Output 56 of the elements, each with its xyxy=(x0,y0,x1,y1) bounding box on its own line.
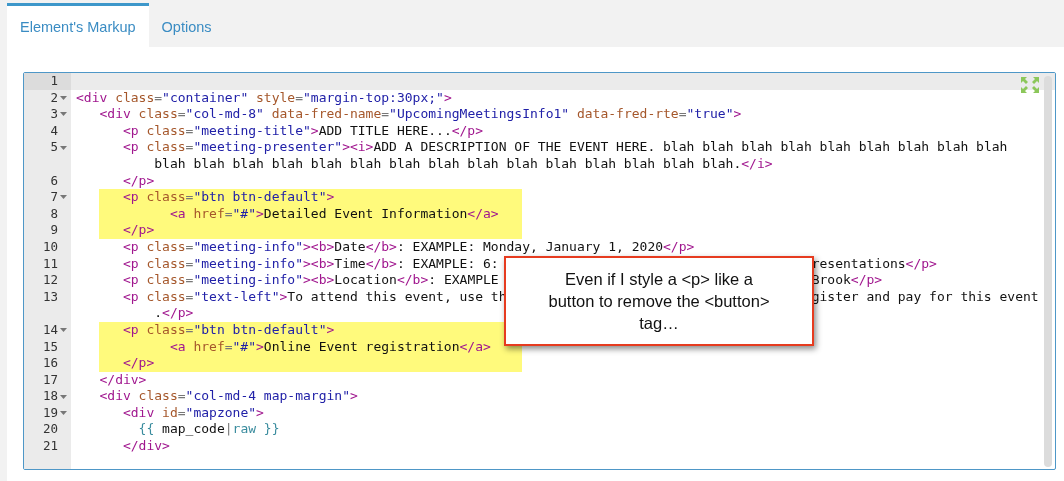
code-line: {{ map_code|raw }} xyxy=(137,421,280,439)
line-number: 19 xyxy=(42,404,58,422)
code-line: </div> xyxy=(121,438,170,455)
fold-caret-icon[interactable] xyxy=(60,394,67,399)
code-line: </div> xyxy=(98,371,147,389)
line-number: 8 xyxy=(50,205,58,223)
line-number: 12 xyxy=(42,272,58,289)
code-line: <div id="mapzone"> xyxy=(121,404,264,422)
line-number: 4 xyxy=(50,122,58,140)
fold-caret-icon[interactable] xyxy=(60,328,67,333)
line-number: 17 xyxy=(42,371,58,389)
code-line: <a href="#">Detailed Event Information</a> xyxy=(168,205,499,223)
tab[interactable]: Element's Markup xyxy=(7,3,149,47)
line-number: 14 xyxy=(42,321,58,339)
line-number: 2 xyxy=(50,89,58,107)
code-line: <p class="meeting-info"><b>Location</b>: EXAMPLE xyxy=(121,272,499,288)
line-number: 18 xyxy=(42,388,58,405)
line-number: 10 xyxy=(42,238,58,256)
fold-caret-icon[interactable] xyxy=(60,411,67,416)
line-number: 5 xyxy=(50,139,58,156)
fold-caret-icon[interactable] xyxy=(60,145,67,150)
fold-caret-icon[interactable] xyxy=(60,112,67,117)
code-line: .</p> xyxy=(153,305,194,322)
code-line: <a href="#">Online Event registration</a> xyxy=(168,338,491,356)
scrollbar[interactable] xyxy=(1044,76,1052,467)
code-line: </p> xyxy=(121,355,155,372)
callout-note: Even if I style a <p> like a button to remove the <button> tag… xyxy=(504,256,814,346)
code-line: <p class="meeting-info"><b>Date</b>: EXAMPLE: Monday, January 1, 2020</p> xyxy=(121,238,695,256)
code-line: <div class="col-md-4 map-margin"> xyxy=(98,388,358,405)
code-line: <p class="meeting-info"><b>Time</b>: EXAMPLE: 6: xyxy=(121,255,499,271)
line-number: 1 xyxy=(50,73,58,90)
expand-icon[interactable] xyxy=(1020,76,1040,94)
code-line: <p class="btn btn-default"> xyxy=(121,321,335,339)
code-line: <div class="col-md-8" data-fred-name="UpcomingMeetingsInfo1" data-fred-rte="true"> xyxy=(98,106,742,123)
line-number: 6 xyxy=(50,172,58,190)
code-line: blah blah blah blah blah blah blah blah blah blah blah blah blah blah blah.</i> xyxy=(153,155,773,173)
code-line: </p> xyxy=(121,222,155,239)
code-line: </p> xyxy=(121,172,155,190)
line-number: 20 xyxy=(42,421,58,439)
fold-caret-icon[interactable] xyxy=(60,195,67,200)
line-number: 13 xyxy=(42,288,58,306)
code-line: <p class="meeting-title">ADD TITLE HERE...</p> xyxy=(121,122,484,140)
line-number: 9 xyxy=(50,222,58,239)
tab[interactable]: Options xyxy=(148,3,225,47)
line-number: 21 xyxy=(42,438,58,455)
line-number: 3 xyxy=(50,106,58,123)
line-number: 16 xyxy=(42,355,58,372)
code-line: <p class="meeting-presenter"><i>ADD A DESCRIPTION OF THE EVENT HERE. blah blah blah blah blah blah blah blah blah xyxy=(121,139,1008,156)
code-line: <p class="btn btn-default"> xyxy=(121,189,335,206)
line-number: 11 xyxy=(42,255,58,273)
code-line: resentations</p> xyxy=(811,255,937,273)
fold-caret-icon[interactable] xyxy=(60,95,67,100)
line-number: 15 xyxy=(42,338,58,356)
code-line: <div class="container" style="margin-top:30px;"> xyxy=(76,89,452,107)
code-editor[interactable] xyxy=(23,72,1056,470)
line-number: 7 xyxy=(50,189,58,206)
